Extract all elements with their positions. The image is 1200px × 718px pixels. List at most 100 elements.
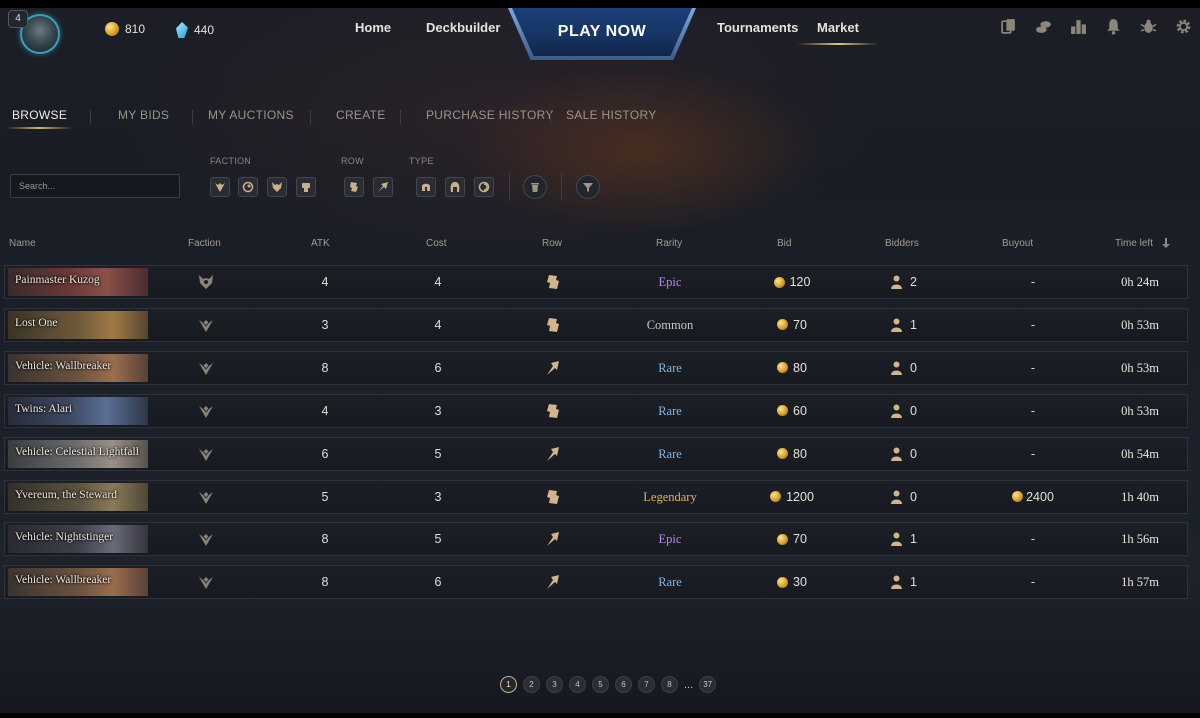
tab-my-bids[interactable]: MY BIDS [118, 108, 169, 122]
card-thumbnail[interactable]: Painmaster Kuzog [8, 268, 148, 296]
bid-value: 120 [789, 275, 811, 289]
card-thumbnail[interactable]: Vehicle: Wallbreaker [8, 568, 148, 597]
search-input[interactable] [10, 174, 180, 198]
header-time-left[interactable]: Time left [1115, 238, 1153, 249]
type-unit-filter[interactable] [416, 177, 436, 197]
header-rarity[interactable]: Rarity [656, 238, 682, 249]
table-row[interactable]: Vehicle: Wallbreaker 8 6 Rare 30 1 - 1h 57m [4, 565, 1188, 600]
header-bidders[interactable]: Bidders [885, 238, 919, 249]
buyout-amount[interactable]: 2400 [995, 490, 1071, 504]
faction-monster-filter[interactable] [267, 177, 287, 197]
empire-faction-icon [199, 362, 213, 375]
melee-row-icon [547, 275, 559, 289]
header-row[interactable]: Row [542, 238, 562, 249]
empire-faction-icon [199, 319, 213, 332]
bidders-count: 0 [891, 447, 917, 461]
clear-filters-button[interactable] [523, 175, 547, 199]
atk-value: 3 [321, 317, 329, 332]
nav-deckbuilder[interactable]: Deckbuilder [426, 20, 500, 35]
bid-amount: 120 [757, 275, 827, 289]
bell-icon[interactable] [1105, 18, 1122, 35]
tab-my-auctions[interactable]: MY AUCTIONS [208, 108, 294, 122]
leaderboard-icon[interactable] [1070, 18, 1087, 35]
tab-divider [550, 110, 551, 124]
tab-purchase-history[interactable]: PURCHASE HISTORY [426, 108, 554, 122]
tab-create[interactable]: CREATE [336, 108, 386, 122]
cards-icon[interactable] [1000, 18, 1017, 35]
page-button[interactable]: 5 [592, 676, 609, 693]
card-thumbnail[interactable]: Vehicle: Nightstinger [8, 525, 148, 554]
bid-amount: 70 [757, 318, 827, 332]
time-left-value: 1h 56m [1121, 532, 1159, 547]
page-button[interactable]: 2 [523, 676, 540, 693]
page-button-last[interactable]: 37 [699, 676, 717, 693]
faction-horde-filter[interactable] [296, 177, 316, 197]
melee-row-icon [547, 489, 559, 504]
play-now-button[interactable]: PLAY NOW [512, 8, 692, 56]
table-row[interactable]: Vehicle: Celestial Lightfall 6 5 Rare 80 0 - 0h… [4, 436, 1188, 471]
type-hero-filter[interactable] [445, 177, 465, 197]
table-row[interactable]: Yvereum, the Steward 5 3 Legendary 1200 0 2400… [4, 479, 1188, 514]
page-button[interactable]: 1 [500, 676, 517, 693]
page-button[interactable]: 4 [569, 676, 586, 693]
person-icon [891, 532, 902, 547]
table-row[interactable]: Vehicle: Wallbreaker 8 6 Rare 80 0 - 0h 53m [4, 350, 1188, 385]
table-row[interactable]: Painmaster Kuzog 4 4 Epic 120 2 - 0h 24m [4, 265, 1188, 299]
gold-coin-icon [777, 533, 789, 545]
header-cost[interactable]: Cost [426, 238, 447, 249]
table-row[interactable]: Vehicle: Nightstinger 8 5 Epic 70 1 - 1h 56m [4, 522, 1188, 557]
bidders-count: 0 [891, 404, 917, 418]
page-button[interactable]: 8 [661, 676, 678, 693]
tab-browse[interactable]: BROWSE [5, 108, 74, 129]
advanced-filter-button[interactable] [576, 175, 600, 199]
bidders-value: 0 [910, 403, 917, 418]
header-faction[interactable]: Faction [188, 238, 221, 249]
nav-tournaments[interactable]: Tournaments [717, 20, 798, 35]
nav-market[interactable]: Market [797, 20, 879, 45]
nav-home[interactable]: Home [355, 20, 391, 35]
cost-value: 4 [434, 317, 442, 332]
filter-divider [561, 173, 562, 201]
spiral-icon [242, 181, 254, 193]
faction-nature-filter[interactable] [238, 177, 258, 197]
gold-amount: 810 [125, 22, 146, 36]
card-thumbnail[interactable]: Yvereum, the Steward [8, 482, 148, 511]
header-buyout[interactable]: Buyout [1002, 238, 1033, 249]
row-ranged-filter[interactable] [373, 177, 393, 197]
card-thumbnail[interactable]: Vehicle: Wallbreaker [8, 353, 148, 382]
page-button[interactable]: 3 [546, 676, 563, 693]
gear-icon[interactable] [1175, 18, 1192, 35]
helmet-icon [422, 183, 430, 191]
buyout-amount: - [995, 404, 1071, 418]
tab-divider [310, 110, 311, 124]
tab-sale-history[interactable]: SALE HISTORY [566, 108, 657, 122]
card-thumbnail[interactable]: Twins: Alari [8, 396, 148, 425]
header-atk[interactable]: ATK [311, 238, 330, 249]
buyout-value: - [1030, 317, 1036, 332]
fist-icon [302, 183, 310, 192]
market-subtabs: BROWSE MY BIDS MY AUCTIONS CREATE PURCHA… [0, 108, 1200, 130]
faction-empire-filter[interactable] [210, 177, 230, 197]
row-melee-filter[interactable] [344, 177, 364, 197]
cost-value: 6 [434, 360, 442, 375]
sort-down-icon[interactable] [1162, 238, 1170, 248]
page-button[interactable]: 6 [615, 676, 632, 693]
table-row[interactable]: Twins: Alari 4 3 Rare 60 0 - 0h 53m [4, 393, 1188, 428]
coins-icon[interactable] [1035, 18, 1052, 35]
melee-row-icon [547, 317, 559, 332]
gold-coin-icon [777, 362, 789, 374]
empire-faction-icon [199, 534, 213, 547]
card-thumbnail[interactable]: Vehicle: Celestial Lightfall [8, 439, 148, 468]
letterbox-bottom [0, 713, 1200, 718]
ranged-row-icon [547, 532, 559, 547]
bid-amount: 70 [757, 532, 827, 546]
header-bid[interactable]: Bid [777, 238, 791, 249]
faction-filter-label: FACTION [210, 156, 252, 166]
type-spell-filter[interactable] [474, 177, 494, 197]
header-name[interactable]: Name [9, 238, 36, 249]
bug-icon[interactable] [1140, 18, 1157, 35]
card-thumbnail[interactable]: Lost One [8, 310, 148, 339]
player-avatar[interactable]: 4 [8, 10, 64, 58]
page-button[interactable]: 7 [638, 676, 655, 693]
table-row[interactable]: Lost One 3 4 Common 70 1 - 0h 53m [4, 307, 1188, 342]
